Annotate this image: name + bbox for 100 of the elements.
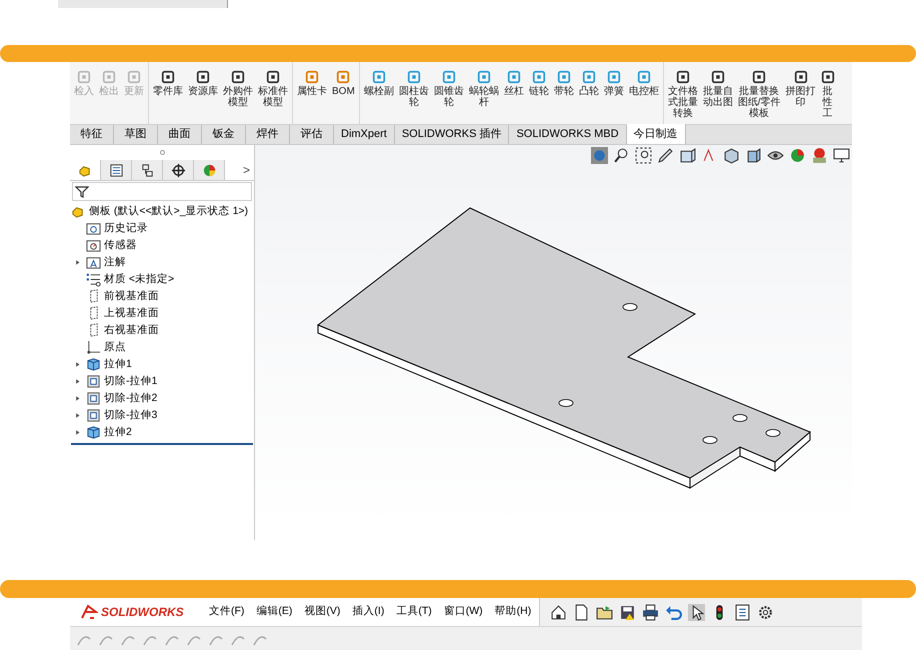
ribbon-button[interactable]: 蜗轮蜗 杆 [468,70,500,108]
tree-item[interactable]: 原点 [104,340,126,356]
tree-item[interactable]: 注解 [104,254,126,270]
tree-item[interactable]: 上视基准面 [104,306,159,322]
save-icon[interactable] [619,604,636,620]
ribbon-button[interactable]: BOM [331,70,356,97]
material-list-icon [86,272,101,287]
panel-tab[interactable] [163,160,194,180]
tool-icon [442,70,456,84]
menu-item[interactable]: 文件(F) [209,604,244,620]
tree-item[interactable]: 切除-拉伸1 [104,374,158,390]
ribbon-button[interactable]: 文件格 式批量 转换 [666,70,699,119]
tool-icon [676,70,690,84]
tool-icon [532,70,546,84]
tree-item[interactable]: 前视基准面 [104,288,159,304]
command-tab[interactable]: 今日制造 [626,124,686,144]
undo-icon[interactable] [665,604,682,620]
folder-letter-icon [86,255,101,270]
ribbon-button[interactable]: 链轮 [528,70,550,97]
tree-item[interactable]: 材质 <未指定> [104,272,174,288]
new-document-icon[interactable] [573,604,590,620]
panel-tab[interactable] [101,160,132,180]
list-icon[interactable] [734,604,751,620]
tree-item[interactable]: 历史记录 [104,220,148,236]
ribbon-button[interactable]: 属性卡 [296,70,328,97]
ribbon-button[interactable]: 标准件 模型 [257,70,289,108]
ribbon-button[interactable]: 批量自 动出图 [702,70,734,108]
tool-icon [161,70,175,84]
tool-icon [506,70,521,84]
menu-item[interactable]: 工具(T) [396,604,432,620]
filter-field[interactable] [72,182,252,201]
cube-view-icon[interactable] [723,147,740,164]
menu-item[interactable]: 帮助(H) [494,604,532,620]
tool-icon [196,70,210,84]
ribbon-button[interactable]: 批量替换 图纸/零件 模板 [736,70,782,119]
ribbon-button[interactable]: 外购件 模型 [222,70,254,108]
folder-clock-icon [86,221,101,236]
tool-icon [266,70,280,84]
tool-icon [77,70,91,84]
collapse-handle-icon[interactable] [160,150,164,155]
config-icon [140,162,154,178]
tool-icon [372,70,386,84]
settings-icon[interactable] [757,604,774,620]
tree-item[interactable]: 拉伸2 [104,424,132,440]
logo-text: SOLIDWORKS [101,604,184,621]
zoom-icon[interactable] [613,147,630,164]
appearance-icon[interactable] [789,147,806,164]
tree-item[interactable]: 传感器 [104,238,137,254]
tree-item[interactable]: 侧板 (默认<<默认>_显示状态 1>) [89,204,248,220]
ribbon-button[interactable]: 电控柜 [628,70,660,97]
more-tabs-button[interactable]: > [225,160,254,180]
folder-gauge-icon [86,238,101,253]
ribbon-button[interactable]: 圆柱齿 轮 [398,70,430,108]
menu-item[interactable]: 插入(I) [352,604,384,620]
pencil-icon[interactable] [657,147,674,164]
ribbon-button[interactable]: 螺栓副 [362,70,395,97]
ribbon-button[interactable]: 丝杠 [502,70,525,97]
ribbon-button[interactable]: 拼图打 印 [784,70,817,108]
monitor-icon[interactable] [833,147,850,164]
tree-item[interactable]: 右视基准面 [104,322,159,338]
tool-icon [231,70,245,84]
expand-arrow-icon[interactable] [75,361,81,368]
ribbon-button[interactable]: 批 性 工 [820,70,836,119]
menu-item[interactable]: 编辑(E) [256,604,292,620]
tool-icon [102,70,116,84]
scene-icon[interactable] [811,147,828,164]
tool-icon [710,70,725,84]
expand-arrow-icon[interactable] [75,395,81,402]
ribbon-button[interactable]: 弹簧 [602,70,625,97]
tree-item[interactable]: 拉伸1 [104,356,132,372]
expand-arrow-icon[interactable] [75,259,81,266]
expand-arrow-icon[interactable] [75,429,81,436]
home-icon[interactable] [550,604,567,620]
panel-tab[interactable] [132,160,163,180]
tool-icon [127,70,141,84]
printer-icon[interactable] [642,604,659,620]
tool-icon [476,70,491,84]
expand-arrow-icon[interactable] [75,412,81,419]
open-folder-icon[interactable] [596,604,613,620]
extrude-icon [86,425,101,440]
tool-icon [794,70,808,84]
filter-icon [75,184,89,198]
ribbon-button[interactable]: 带轮 [552,70,575,97]
cube-display-icon[interactable] [745,147,762,164]
appearance-icon [202,162,216,178]
menu-item[interactable]: 窗口(W) [444,604,483,620]
tree-item[interactable]: 切除-拉伸2 [104,390,158,406]
section-view-icon[interactable] [679,147,696,164]
ribbon-button[interactable]: 凸轮 [578,70,600,97]
property-icon [108,162,124,178]
tool-icon [582,70,596,84]
cut-extrude-icon [86,374,101,389]
tree-item[interactable]: 切除-拉伸3 [104,408,158,424]
expand-arrow-icon[interactable] [75,378,81,385]
menu-item[interactable]: 视图(V) [304,604,340,620]
zoom-area-icon[interactable] [635,147,652,164]
ribbon-button[interactable]: 圆锥齿 轮 [432,70,465,108]
cursor-icon[interactable] [688,604,705,620]
ribbon-button[interactable]: 资源库 [187,70,219,97]
ribbon-button[interactable]: 零件库 [152,70,184,97]
